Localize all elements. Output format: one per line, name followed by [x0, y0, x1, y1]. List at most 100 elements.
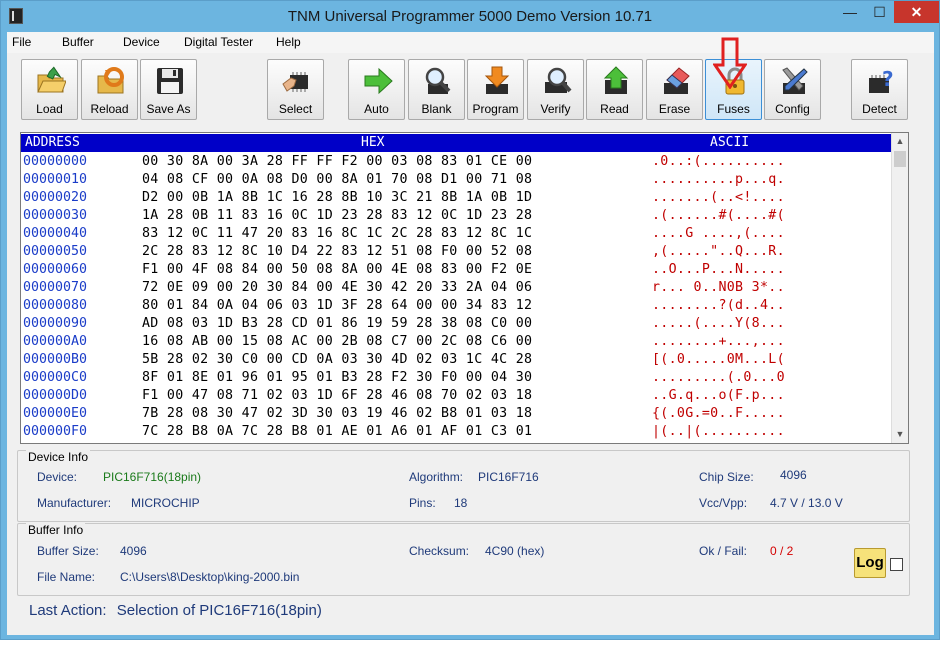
hex-row[interactable]: 00000080 80 01 84 0A 04 06 03 1D 3F 28 64…	[21, 298, 891, 316]
hex-ascii[interactable]: r... 0..N0B 3*..	[652, 280, 785, 295]
hex-row[interactable]: 00000040 83 12 0C 11 47 20 83 16 8C 1C 2C…	[21, 226, 891, 244]
buffer-info-title: Buffer Info	[26, 523, 86, 537]
hex-row[interactable]: 000000F0 7C 28 B8 0A 7C 28 B8 01 AE 01 A6…	[21, 424, 891, 442]
hex-address: 00000070	[23, 280, 88, 295]
hex-bytes[interactable]: D2 00 0B 1A 8B 1C 16 28 8B 10 3C 21 8B 1…	[142, 190, 532, 205]
menu-buffer[interactable]: Buffer	[62, 35, 94, 49]
hex-ascii[interactable]: .........(.0...0	[652, 370, 785, 385]
hex-row[interactable]: 000000A0 16 08 AB 00 15 08 AC 00 2B 08 C7…	[21, 334, 891, 352]
magnifier-icon	[425, 67, 451, 94]
hex-row[interactable]: 00000010 04 08 CF 00 0A 08 D0 00 8A 01 70…	[21, 172, 891, 190]
hex-address: 000000B0	[23, 352, 88, 367]
hex-bytes[interactable]: 83 12 0C 11 47 20 83 16 8C 1C 2C 28 83 1…	[142, 226, 532, 241]
verify-button[interactable]: Verify	[527, 59, 584, 120]
annotation-arrow-icon	[713, 37, 747, 89]
vertical-scrollbar[interactable]: ▲ ▼	[891, 133, 908, 443]
hex-row[interactable]: 00000090 AD 08 03 1D B3 28 CD 01 86 19 59…	[21, 316, 891, 334]
hex-bytes[interactable]: 72 0E 09 00 20 30 84 00 4E 30 42 20 33 2…	[142, 280, 532, 295]
hex-row[interactable]: 00000030 1A 28 0B 11 83 16 0C 1D 23 28 83…	[21, 208, 891, 226]
hex-bytes[interactable]: F1 00 47 08 71 02 03 1D 6F 28 46 08 70 0…	[142, 388, 532, 403]
hex-ascii[interactable]: ....G ....,(....	[652, 226, 785, 241]
verify-label: Verify	[540, 102, 571, 116]
menu-file[interactable]: File	[12, 35, 31, 49]
read-button[interactable]: Read	[586, 59, 643, 120]
auto-button[interactable]: Auto	[348, 59, 405, 120]
fuses-label: Fuses	[717, 102, 750, 116]
hex-ascii[interactable]: ........+...,...	[652, 334, 785, 349]
hex-bytes[interactable]: F1 00 4F 08 84 00 50 08 8A 00 4E 08 83 0…	[142, 262, 532, 277]
hex-row[interactable]: 000000E0 7B 28 08 30 47 02 3D 30 03 19 46…	[21, 406, 891, 424]
save-as-button[interactable]: Save As	[140, 59, 197, 120]
auto-label: Auto	[364, 102, 389, 116]
scroll-thumb[interactable]	[894, 151, 906, 167]
blank-button[interactable]: Blank	[408, 59, 465, 120]
hex-row[interactable]: 000000C0 8F 01 8E 01 96 01 95 01 B3 28 F2…	[21, 370, 891, 388]
hex-bytes[interactable]: 8F 01 8E 01 96 01 95 01 B3 28 F2 30 F0 0…	[142, 370, 532, 385]
hex-row[interactable]: 00000050 2C 28 83 12 8C 10 D4 22 83 12 51…	[21, 244, 891, 262]
close-button[interactable]: ✕	[894, 1, 939, 23]
hex-row[interactable]: 000000D0 F1 00 47 08 71 02 03 1D 6F 28 46…	[21, 388, 891, 406]
hex-address: 000000D0	[23, 388, 88, 403]
load-button[interactable]: Load	[21, 59, 78, 120]
buffer-size-value: 4096	[120, 544, 147, 558]
hex-ascii[interactable]: ..O...P...N.....	[652, 262, 785, 277]
config-button[interactable]: Config	[764, 59, 821, 120]
hex-row[interactable]: 000000B0 5B 28 02 30 C0 00 CD 0A 03 30 4D…	[21, 352, 891, 370]
green-arrow-icon	[364, 67, 393, 95]
log-checkbox[interactable]	[890, 558, 903, 571]
menu-device[interactable]: Device	[123, 35, 160, 49]
hex-ascii[interactable]: ..G.q...o(F.p...	[652, 388, 785, 403]
hex-ascii[interactable]: .......(..<!....	[652, 190, 785, 205]
erase-button[interactable]: Erase	[646, 59, 703, 120]
hex-row[interactable]: 00000020 D2 00 0B 1A 8B 1C 16 28 8B 10 3C…	[21, 190, 891, 208]
hex-bytes[interactable]: 2C 28 83 12 8C 10 D4 22 83 12 51 08 F0 0…	[142, 244, 532, 259]
hex-ascii[interactable]: .....(....Y(8...	[652, 316, 785, 331]
hex-bytes[interactable]: AD 08 03 1D B3 28 CD 01 86 19 59 28 38 0…	[142, 316, 532, 331]
minimize-button[interactable]: —	[836, 1, 864, 23]
select-button[interactable]: Select	[267, 59, 324, 120]
log-button[interactable]: Log	[854, 548, 886, 578]
detect-button[interactable]: ? Detect	[851, 59, 908, 120]
hex-ascii[interactable]: .0..:(..........	[652, 154, 785, 169]
hex-rows[interactable]: 00000000 00 30 8A 00 3A 28 FF FF F2 00 03…	[21, 154, 891, 442]
hex-bytes[interactable]: 5B 28 02 30 C0 00 CD 0A 03 30 4D 02 03 1…	[142, 352, 532, 367]
hex-ascii[interactable]: ,(....."..Q...R.	[652, 244, 785, 259]
hex-bytes[interactable]: 80 01 84 0A 04 06 03 1D 3F 28 64 00 00 3…	[142, 298, 532, 313]
title-bar[interactable]: TNM Universal Programmer 5000 Demo Versi…	[1, 1, 939, 32]
menu-digital-tester[interactable]: Digital Tester	[184, 35, 253, 49]
last-action-status: Last Action: Selection of PIC16F716(18pi…	[29, 602, 322, 619]
hex-bytes[interactable]: 16 08 AB 00 15 08 AC 00 2B 08 C7 00 2C 0…	[142, 334, 532, 349]
detect-chip-icon: ?	[869, 67, 894, 93]
reload-label: Reload	[90, 102, 129, 116]
hex-ascii[interactable]: {(.0G.=0..F.....	[652, 406, 785, 421]
buffer-info-group: Buffer Info Buffer Size: 4096 Checksum: …	[17, 523, 910, 596]
pins-value: 18	[454, 496, 468, 510]
read-label: Read	[600, 102, 629, 116]
hex-bytes[interactable]: 7B 28 08 30 47 02 3D 30 03 19 46 02 B8 0…	[142, 406, 532, 421]
hex-ascii[interactable]: |(..|(..........	[652, 424, 785, 439]
hex-ascii[interactable]: [(.0.....0M...L(	[652, 352, 785, 367]
hex-bytes[interactable]: 00 30 8A 00 3A 28 FF FF F2 00 03 08 83 0…	[142, 154, 532, 169]
hex-ascii[interactable]: ........?(d..4..	[652, 298, 785, 313]
hex-row[interactable]: 00000070 72 0E 09 00 20 30 84 00 4E 30 42…	[21, 280, 891, 298]
hex-bytes[interactable]: 7C 28 B8 0A 7C 28 B8 01 AE 01 A6 01 AF 0…	[142, 424, 532, 439]
hex-bytes[interactable]: 1A 28 0B 11 83 16 0C 1D 23 28 83 12 0C 1…	[142, 208, 532, 223]
floppy-disk-icon	[157, 68, 183, 94]
program-button[interactable]: Program	[467, 59, 524, 120]
eraser-icon	[664, 67, 690, 94]
hex-row[interactable]: 00000000 00 30 8A 00 3A 28 FF FF F2 00 03…	[21, 154, 891, 172]
scroll-up-icon[interactable]: ▲	[892, 133, 908, 150]
hex-row[interactable]: 00000060 F1 00 4F 08 84 00 50 08 8A 00 4E…	[21, 262, 891, 280]
svg-text:?: ?	[882, 67, 894, 91]
hex-bytes[interactable]: 04 08 CF 00 0A 08 D0 00 8A 01 70 08 D1 0…	[142, 172, 532, 187]
reload-button[interactable]: Reload	[81, 59, 138, 120]
hex-editor[interactable]: ADDRESS HEX ASCII 00000000 00 30 8A 00 3A…	[20, 132, 909, 444]
hex-address: 000000E0	[23, 406, 88, 421]
scroll-down-icon[interactable]: ▼	[892, 426, 908, 443]
hex-ascii[interactable]: ..........p...q.	[652, 172, 785, 187]
hex-address: 00000090	[23, 316, 88, 331]
hex-address: 00000010	[23, 172, 88, 187]
menu-help[interactable]: Help	[276, 35, 301, 49]
hex-ascii[interactable]: .(......#(....#(	[652, 208, 785, 223]
maximize-button[interactable]: ☐	[866, 1, 893, 23]
